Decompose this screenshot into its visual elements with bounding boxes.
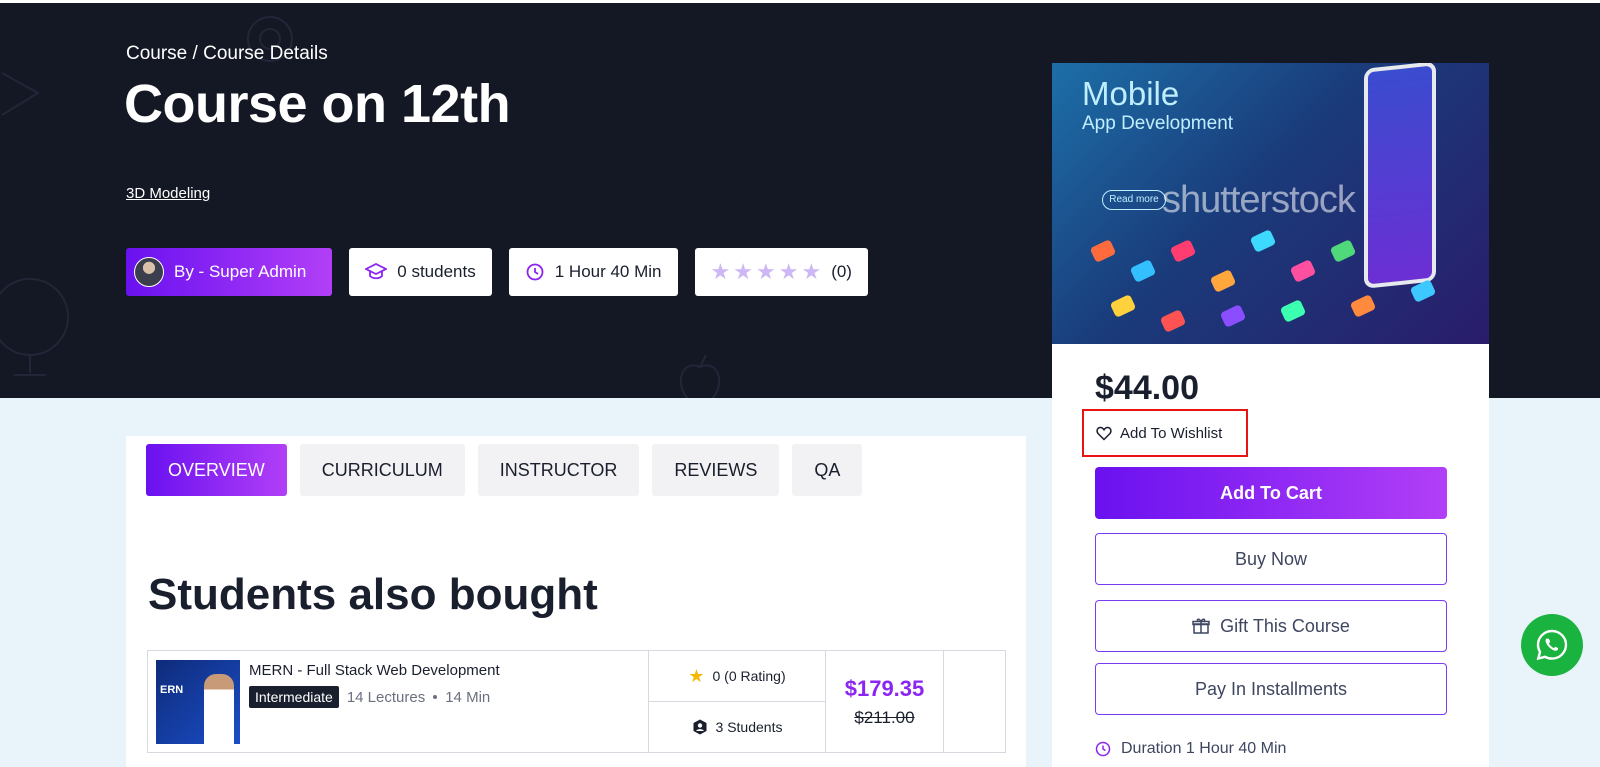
course-purchase-card: Mobile App Development Read more shutter…	[1052, 63, 1489, 767]
duration-badge: 1 Hour 40 Min	[508, 248, 678, 296]
gift-icon	[1192, 618, 1210, 634]
page-title: Course on 12th	[124, 74, 511, 134]
table-row[interactable]: ERN MERN - Full Stack Web Development In…	[147, 650, 1006, 753]
product-rating: ★ 0 (0 Rating)	[649, 651, 825, 702]
rating-stars: ★ ★ ★ ★ ★	[711, 261, 822, 283]
tab-curriculum[interactable]: CURRICULUM	[299, 444, 465, 496]
product-price: $179.35	[844, 675, 925, 701]
buy-now-button[interactable]: Buy Now	[1095, 533, 1447, 585]
students-also-bought-title: Students also bought	[148, 570, 598, 619]
heart-icon	[1096, 426, 1112, 441]
students-badge: 0 students	[349, 248, 492, 296]
product-info: MERN - Full Stack Web Development Interm…	[249, 660, 500, 743]
course-image: Mobile App Development Read more shutter…	[1052, 63, 1489, 344]
thumbnail-person	[204, 674, 234, 744]
product-action-cell	[944, 651, 1005, 752]
rating-count: (0)	[831, 262, 852, 281]
app-tile	[1209, 269, 1237, 293]
add-to-cart-label: Add To Cart	[1220, 482, 1322, 503]
author-label: By - Super Admin	[174, 262, 307, 281]
app-tile	[1329, 239, 1357, 263]
product-students: 3 Students	[649, 702, 825, 752]
tab-qa[interactable]: QA	[792, 444, 863, 496]
app-tile	[1249, 229, 1277, 253]
image-title: Mobile	[1082, 75, 1180, 112]
app-tile	[1159, 309, 1187, 333]
breadcrumb: Course / Course Details	[126, 43, 328, 65]
app-tile	[1289, 259, 1317, 283]
author-badge[interactable]: By - Super Admin	[126, 248, 333, 296]
star-icon: ★	[733, 259, 753, 284]
clock-icon	[1095, 741, 1111, 757]
whatsapp-icon	[1536, 629, 1568, 661]
product-title[interactable]: MERN - Full Stack Web Development	[249, 662, 500, 679]
app-tile	[1169, 239, 1197, 263]
graduation-cap-icon	[365, 263, 388, 280]
rating-badge: ★ ★ ★ ★ ★ (0)	[694, 248, 868, 296]
app-tile	[1089, 239, 1117, 263]
star-icon: ★	[755, 259, 776, 284]
product-main-cell: ERN MERN - Full Stack Web Development In…	[148, 651, 649, 752]
category-link[interactable]: 3D Modeling	[126, 185, 210, 202]
breadcrumb-current: Course Details	[203, 43, 328, 64]
product-stats-cell: ★ 0 (0 Rating) 3 Students	[649, 651, 826, 752]
course-tabs: OVERVIEW CURRICULUM INSTRUCTOR REVIEWS Q…	[146, 444, 863, 496]
level-badge: Intermediate	[249, 686, 339, 708]
duration-label: 1 Hour 40 Min	[554, 262, 662, 281]
buy-now-label: Buy Now	[1234, 548, 1308, 569]
star-icon: ★	[710, 259, 731, 284]
globe-icon	[0, 278, 69, 376]
app-tile	[1349, 294, 1377, 318]
breadcrumb-separator: /	[187, 43, 204, 64]
product-thumbnail[interactable]: ERN	[156, 660, 240, 744]
decorative-doodle-icon	[1, 72, 40, 116]
app-tile	[1279, 299, 1307, 323]
add-to-wishlist-button[interactable]: Add To Wishlist	[1082, 409, 1248, 457]
card-duration: Duration 1 Hour 40 Min	[1095, 740, 1286, 758]
pay-installments-button[interactable]: Pay In Installments	[1095, 663, 1447, 715]
tab-overview[interactable]: OVERVIEW	[146, 444, 287, 496]
students-count: 0 students	[397, 262, 476, 281]
whatsapp-chat-button[interactable]	[1521, 614, 1583, 676]
clock-history-icon	[526, 263, 544, 281]
product-rating-label: 0 (0 Rating)	[712, 668, 786, 684]
avatar	[134, 257, 164, 287]
image-read-more: Read more	[1102, 190, 1166, 210]
course-price: $44.00	[1095, 369, 1199, 407]
star-icon: ★	[801, 259, 822, 284]
breadcrumb-root[interactable]: Course	[126, 43, 187, 64]
image-watermark: shutterstock	[1162, 179, 1356, 221]
product-students-label: 3 Students	[715, 719, 783, 735]
add-to-cart-button[interactable]: Add To Cart	[1095, 467, 1447, 519]
wishlist-label: Add To Wishlist	[1120, 424, 1223, 442]
separator-dot	[433, 695, 438, 699]
course-content-panel: OVERVIEW CURRICULUM INSTRUCTOR REVIEWS Q…	[126, 436, 1026, 767]
thumbnail-text: ERN	[160, 684, 184, 696]
user-badge-icon	[693, 719, 707, 735]
tab-reviews[interactable]: REVIEWS	[652, 444, 780, 496]
image-subtitle: App Development	[1082, 113, 1234, 134]
gift-course-button[interactable]: Gift This Course	[1095, 600, 1447, 652]
app-tile	[1109, 294, 1137, 318]
gift-label: Gift This Course	[1220, 615, 1350, 636]
star-icon: ★	[688, 665, 705, 686]
course-length: 14 Min	[445, 688, 491, 706]
product-old-price: $211.00	[854, 707, 915, 727]
tab-instructor[interactable]: INSTRUCTOR	[477, 444, 640, 496]
installments-label: Pay In Installments	[1194, 678, 1348, 699]
app-tile	[1129, 259, 1157, 283]
lectures-count: 14 Lectures	[346, 688, 426, 706]
card-duration-label: Duration 1 Hour 40 Min	[1121, 740, 1287, 757]
star-icon: ★	[778, 259, 799, 284]
app-tile	[1219, 304, 1247, 328]
product-price-cell: $179.35 $211.00	[826, 651, 944, 752]
phone-illustration	[1364, 63, 1436, 289]
apple-icon	[679, 354, 721, 398]
course-meta-row: By - Super Admin 0 students 1 Hour 40 Mi…	[126, 248, 868, 296]
product-meta: Intermediate 14 Lectures 14 Min	[249, 686, 500, 708]
